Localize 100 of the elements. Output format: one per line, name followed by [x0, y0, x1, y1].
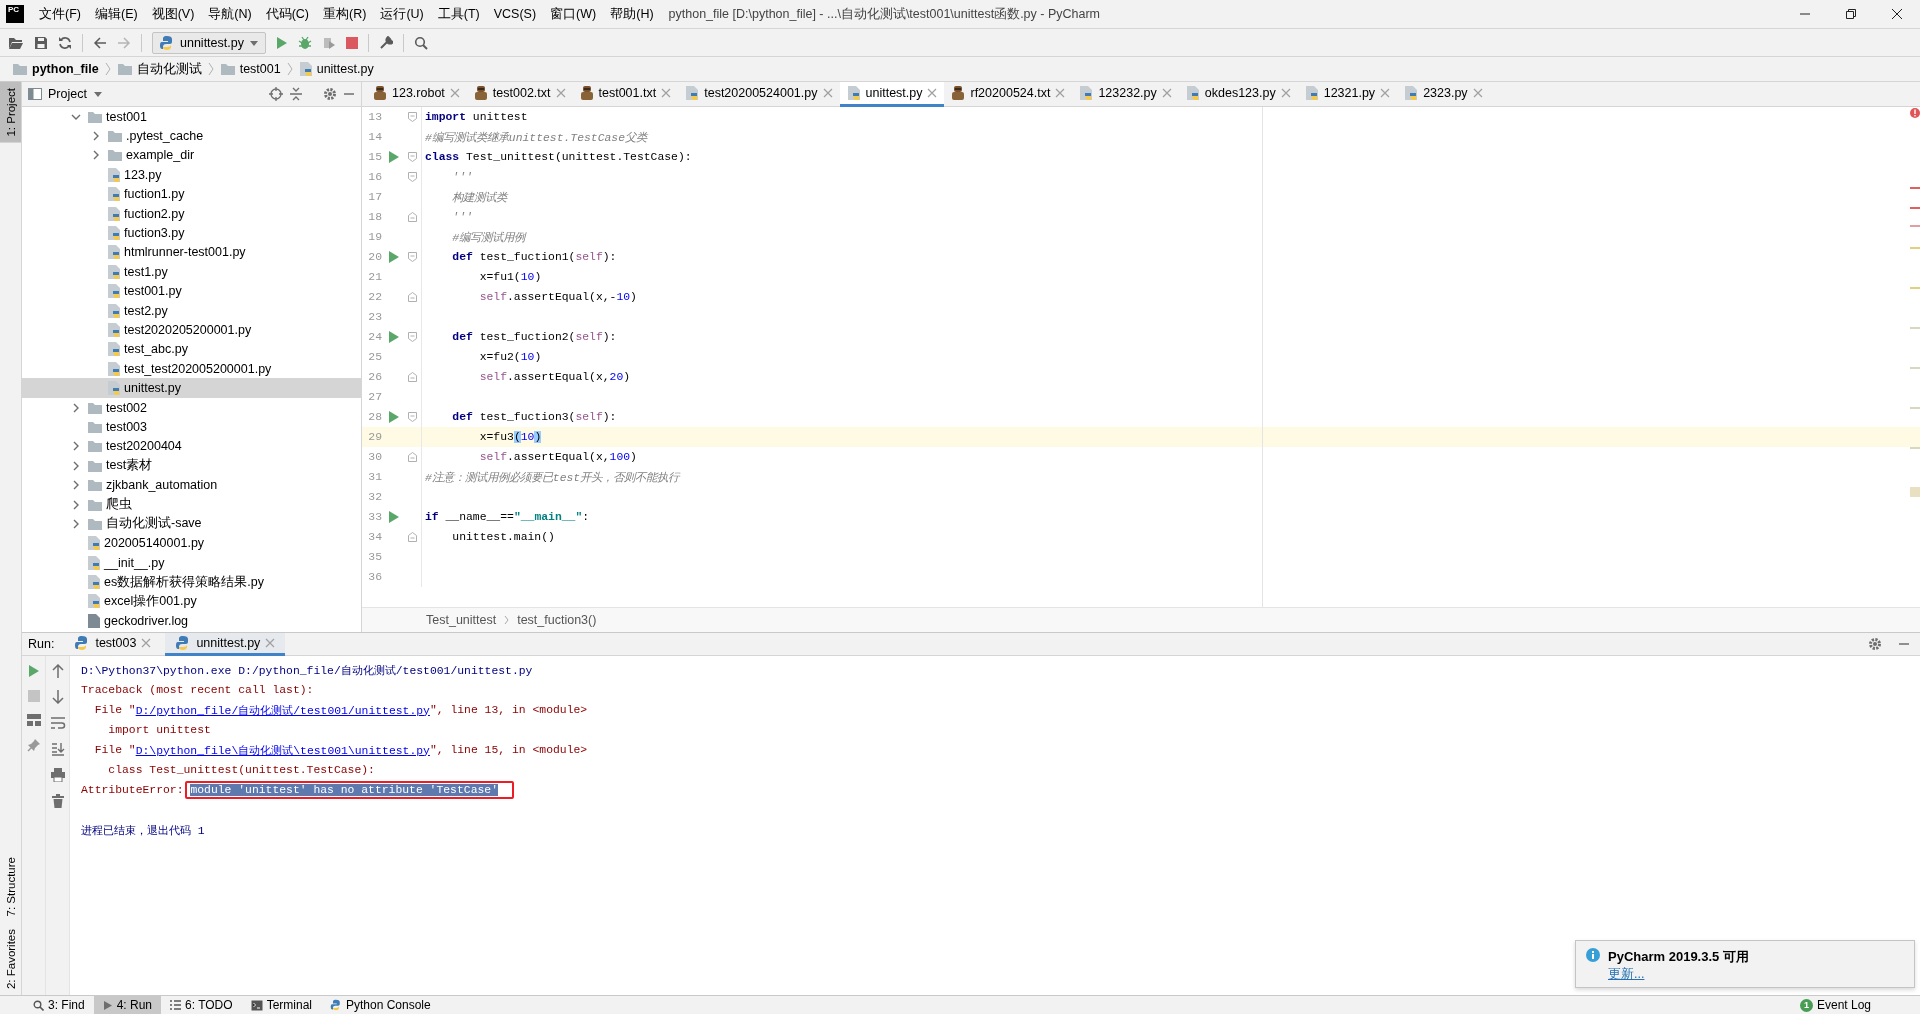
menu-item[interactable]: 窗口(W): [543, 2, 604, 26]
stop-icon[interactable]: [27, 690, 40, 702]
editor-tab[interactable]: test002.txt: [466, 82, 573, 107]
tree-item[interactable]: fuction3.py: [124, 226, 185, 241]
tree-item[interactable]: fuction2.py: [124, 206, 185, 221]
editor-tab[interactable]: 2323.py: [1397, 82, 1490, 107]
tree-item[interactable]: zjkbank_automation: [106, 478, 218, 493]
tool-window-button[interactable]: 7: Structure: [0, 851, 21, 923]
tool-window-button[interactable]: Terminal: [241, 995, 321, 1014]
fold-icon[interactable]: [407, 412, 417, 422]
tree-item[interactable]: test2020205200001.py: [124, 323, 252, 337]
tree-item[interactable]: 自动化测试-save: [106, 515, 202, 533]
tree-item[interactable]: es数据解析获得策略结果.py: [104, 573, 264, 591]
breadcrumb-item[interactable]: Test_unittest: [426, 613, 497, 627]
run-icon[interactable]: [388, 150, 400, 164]
crosshair-icon[interactable]: [269, 87, 283, 101]
tool-window-button[interactable]: 4: Run: [93, 995, 162, 1014]
editor-tab[interactable]: 12321.py: [1297, 82, 1398, 107]
collapse-icon[interactable]: [289, 87, 303, 101]
back-arrow-icon[interactable]: [93, 35, 107, 50]
file-link[interactable]: D:/python_file/自动化测试/test001/unittest.py: [135, 702, 430, 718]
soft-wrap-icon[interactable]: [49, 716, 66, 730]
menu-item[interactable]: VCS(S): [486, 4, 544, 24]
editor-tab[interactable]: test20200524001.py: [678, 82, 840, 107]
tree-item[interactable]: test001.py: [124, 284, 182, 299]
close-icon[interactable]: [1892, 9, 1902, 19]
tree-item[interactable]: fuction1.py: [124, 187, 185, 202]
tree-item[interactable]: test001: [106, 109, 147, 124]
editor-tab[interactable]: unittest.py: [839, 82, 945, 107]
tool-window-button[interactable]: 2: Favorites: [0, 922, 21, 995]
menu-item[interactable]: 运行(U): [373, 2, 431, 26]
run-tab[interactable]: test003: [64, 632, 162, 656]
settings-icon[interactable]: [323, 87, 337, 101]
tree-item[interactable]: geckodriver.log: [104, 613, 189, 628]
fold-icon[interactable]: [407, 332, 417, 342]
settings-icon[interactable]: [1868, 637, 1882, 651]
tree-item[interactable]: 123.py: [124, 167, 162, 182]
fold-icon[interactable]: [407, 452, 417, 462]
run-icon[interactable]: [27, 664, 40, 678]
tree-item[interactable]: test003: [106, 419, 147, 434]
print-icon[interactable]: [50, 768, 65, 782]
coverage-icon[interactable]: [321, 35, 336, 50]
tree-item[interactable]: test2.py: [124, 303, 168, 318]
tree-item[interactable]: test_test202005200001.py: [124, 361, 272, 376]
up-arrow-icon[interactable]: [51, 664, 64, 678]
forward-arrow-icon[interactable]: [117, 35, 131, 50]
run-icon[interactable]: [388, 330, 400, 344]
trash-icon[interactable]: [51, 794, 64, 808]
tree-item[interactable]: test1.py: [124, 264, 168, 279]
sync-icon[interactable]: [58, 35, 72, 50]
stop-icon[interactable]: [345, 36, 358, 49]
caret-icon[interactable]: [92, 89, 103, 99]
tree-item[interactable]: unittest.py: [124, 381, 181, 396]
editor-tab[interactable]: okdes123.py: [1178, 82, 1298, 107]
editor-tab[interactable]: test001.txt: [572, 82, 679, 107]
tree-item[interactable]: 爬虫: [106, 496, 132, 513]
tree-item[interactable]: 202005140001.py: [104, 536, 205, 551]
tree-item[interactable]: excel操作001.py: [104, 592, 197, 610]
tree-item[interactable]: htmlrunner-test001.py: [124, 245, 246, 260]
event-log-button[interactable]: 1 Event Log: [1790, 995, 1880, 1014]
file-link[interactable]: D:\python_file\自动化测试\test001\unittest.py: [135, 742, 430, 758]
menu-item[interactable]: 导航(N): [201, 2, 259, 26]
tool-window-button[interactable]: 6: TODO: [161, 995, 242, 1014]
menu-item[interactable]: 编辑(E): [87, 2, 145, 26]
menu-item[interactable]: 文件(F): [32, 2, 88, 26]
run-icon[interactable]: [388, 410, 400, 424]
bug-icon[interactable]: [297, 35, 312, 50]
fold-icon[interactable]: [407, 212, 417, 222]
breadcrumb-item[interactable]: 自动化测试: [136, 60, 202, 78]
run-icon[interactable]: [388, 510, 400, 524]
fold-icon[interactable]: [407, 112, 417, 122]
search-icon[interactable]: [413, 35, 428, 50]
editor-tab[interactable]: 123232.py: [1072, 82, 1179, 107]
tree-item[interactable]: .pytest_cache: [126, 129, 204, 144]
tree-item[interactable]: test_abc.py: [124, 342, 188, 357]
menu-item[interactable]: 视图(V): [144, 2, 202, 26]
update-link[interactable]: 更新...: [1608, 967, 1645, 981]
save-icon[interactable]: [34, 35, 48, 50]
pin-icon[interactable]: [26, 738, 41, 752]
tree-item[interactable]: test002: [106, 400, 147, 415]
breadcrumb-item[interactable]: unittest.py: [316, 62, 374, 76]
breadcrumb-item[interactable]: test_fuction3(): [517, 613, 597, 627]
run-tab[interactable]: unnittest.py: [165, 632, 286, 656]
tool-window-button[interactable]: 3: Find: [24, 995, 94, 1014]
menu-item[interactable]: 重构(R): [316, 2, 374, 26]
panel-title[interactable]: Project: [48, 87, 87, 101]
restore-icon[interactable]: [1846, 9, 1856, 19]
scroll-to-end-icon[interactable]: [50, 742, 65, 756]
breadcrumb-item[interactable]: test001: [239, 62, 281, 76]
tree-item[interactable]: example_dir: [126, 148, 195, 163]
run-icon[interactable]: [275, 35, 288, 50]
tree-item[interactable]: test20200404: [106, 439, 182, 454]
run-icon[interactable]: [388, 250, 400, 264]
down-arrow-icon[interactable]: [51, 690, 64, 704]
fold-icon[interactable]: [407, 252, 417, 262]
breadcrumb-item[interactable]: python_file: [32, 62, 99, 76]
editor-tab[interactable]: rf20200524.txt: [944, 82, 1073, 107]
fold-icon[interactable]: [407, 532, 417, 542]
menu-item[interactable]: 工具(T): [430, 2, 487, 26]
tree-item[interactable]: test素材: [106, 457, 153, 475]
